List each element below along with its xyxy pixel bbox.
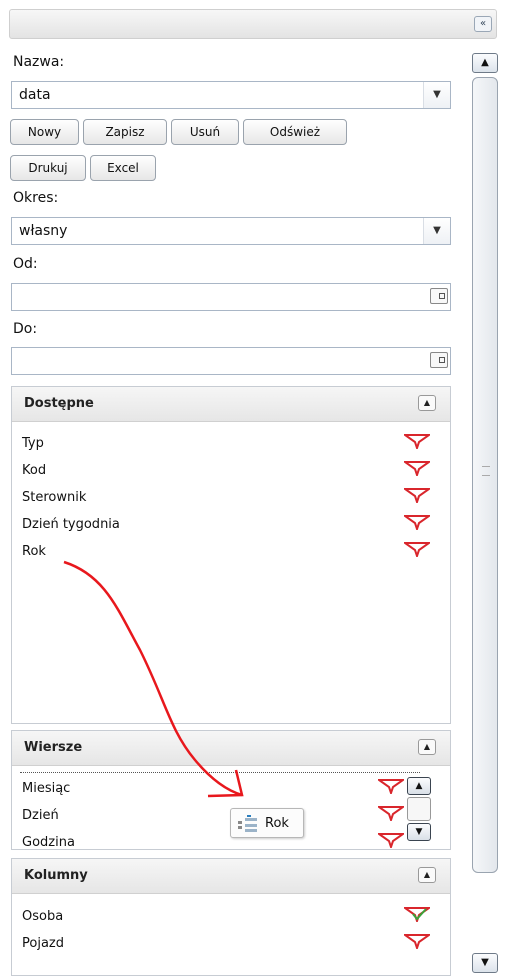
- field-move-icon: [238, 815, 257, 832]
- scroll-up-button[interactable]: ▲: [472, 53, 498, 73]
- drag-preview-label: Rok: [265, 816, 289, 831]
- main-scrollbar[interactable]: ▲ ▼: [472, 53, 500, 973]
- drag-preview-tooltip: Rok: [230, 808, 304, 838]
- scrollbar-thumb[interactable]: [472, 77, 498, 873]
- scroll-down-button[interactable]: ▼: [472, 953, 498, 973]
